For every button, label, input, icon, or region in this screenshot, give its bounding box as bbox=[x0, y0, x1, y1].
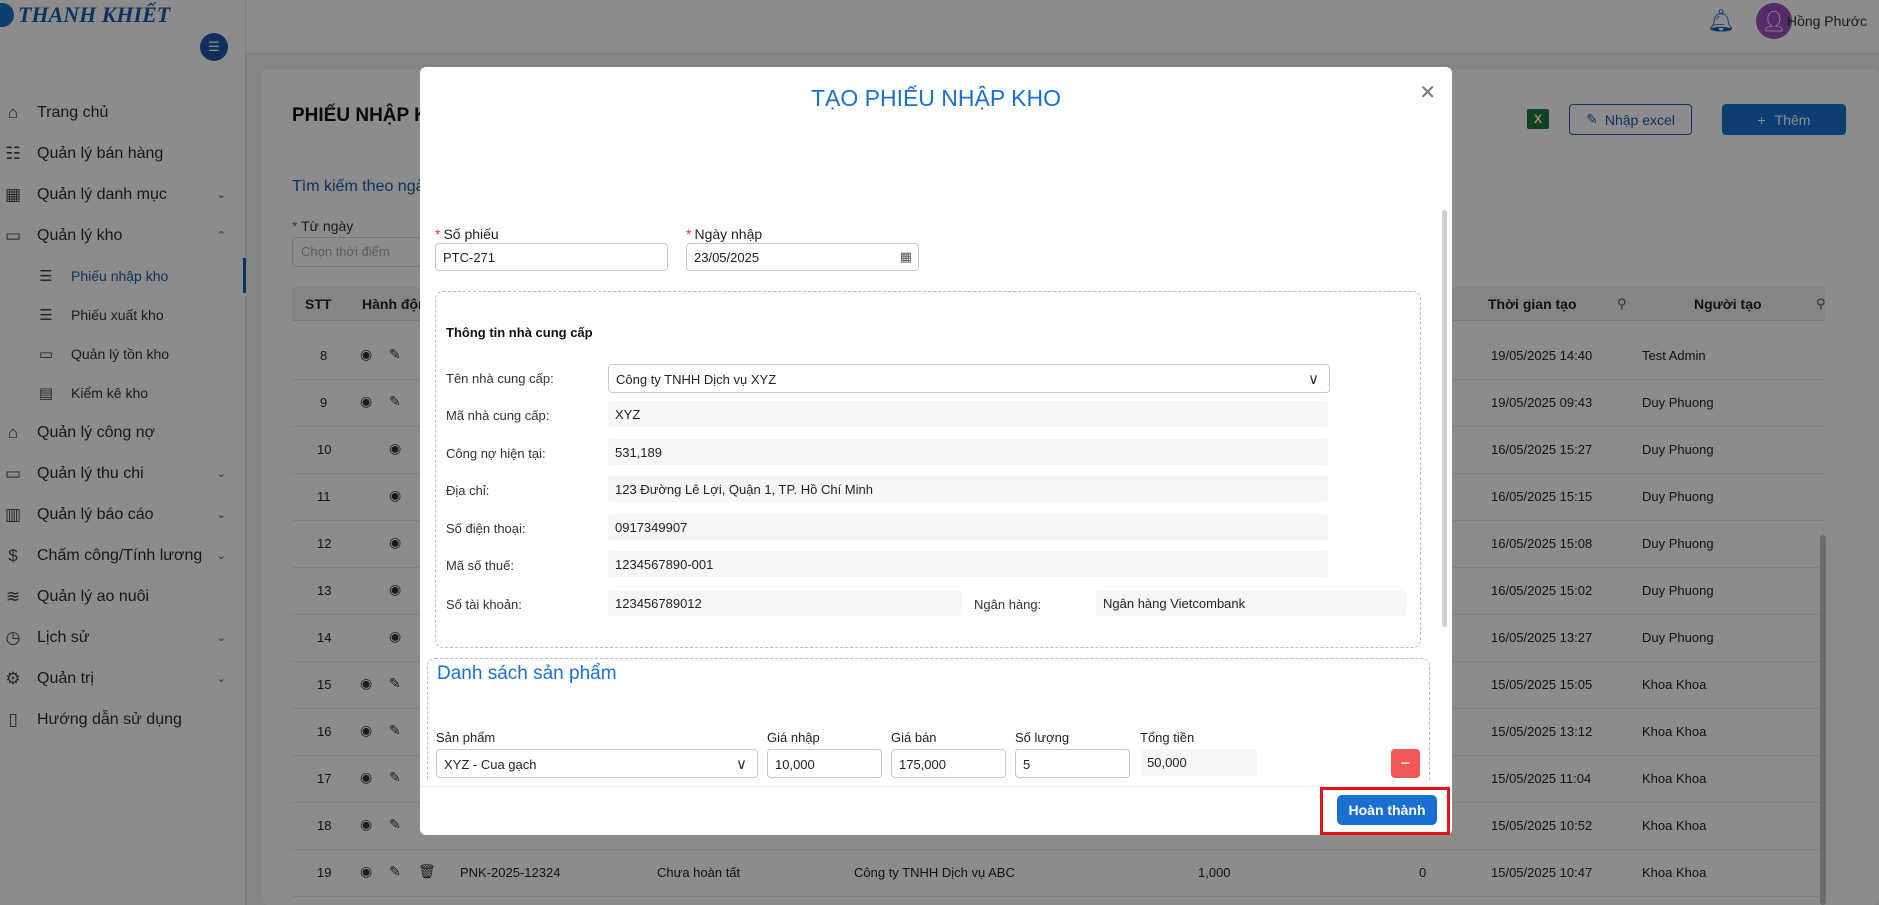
supplier-bank-value: Ngân hàng Vietcombank bbox=[1096, 590, 1406, 616]
supplier-name-label: Tên nhà cung cấp: bbox=[446, 371, 554, 386]
product-list-title: Danh sách sản phẩm bbox=[437, 663, 617, 684]
quantity-input[interactable]: 5 bbox=[1015, 749, 1130, 778]
sale-price-column-label: Giá bán bbox=[891, 730, 937, 745]
supplier-debt-value: 531,189 bbox=[608, 439, 1328, 465]
highlight-box bbox=[1320, 787, 1450, 835]
import-price-input[interactable]: 10,000 bbox=[767, 749, 882, 778]
calendar-icon[interactable]: ▦ bbox=[900, 249, 912, 265]
import-date-value: 23/05/2025 bbox=[694, 250, 760, 265]
supplier-account-value: 123456789012 bbox=[608, 590, 962, 616]
import-price-column-label: Giá nhập bbox=[767, 730, 820, 745]
supplier-tax-label: Mã số thuế: bbox=[446, 558, 514, 573]
product-select[interactable]: XYZ - Cua gạch ∨ bbox=[436, 749, 758, 778]
import-date-label: * Ngày nhập bbox=[686, 226, 763, 242]
close-icon[interactable]: ✕ bbox=[1419, 80, 1436, 105]
supplier-code-value: XYZ bbox=[608, 401, 1328, 427]
supplier-section-title: Thông tin nhà cung cấp bbox=[446, 325, 593, 340]
supplier-phone-label: Số điện thoại: bbox=[446, 521, 526, 536]
import-date-input[interactable]: 23/05/2025 ▦ bbox=[686, 243, 919, 271]
supplier-address-value: 123 Đường Lê Lợi, Quận 1, TP. Hồ Chí Min… bbox=[608, 476, 1328, 502]
create-receipt-modal: TẠO PHIẾU NHẬP KHO ✕ * Số phiếu PTC-271 *… bbox=[420, 67, 1452, 835]
supplier-select-value: Công ty TNHH Dịch vụ XYZ bbox=[616, 372, 777, 387]
chevron-down-icon: ∨ bbox=[736, 756, 747, 773]
quantity-column-label: Số lượng bbox=[1015, 730, 1070, 745]
receipt-no-input[interactable]: PTC-271 bbox=[435, 243, 668, 271]
supplier-address-label: Địa chỉ: bbox=[446, 483, 490, 498]
modal-title: TẠO PHIẾU NHẬP KHO bbox=[810, 85, 1062, 111]
supplier-select[interactable]: Công ty TNHH Dịch vụ XYZ ∨ bbox=[608, 364, 1330, 393]
modal-body: * Số phiếu PTC-271 * Ngày nhập 23/05/2025 … bbox=[420, 142, 1452, 780]
supplier-debt-label: Công nợ hiện tại: bbox=[446, 446, 546, 461]
modal-scrollbar[interactable] bbox=[1442, 210, 1447, 627]
total-value: 50,000 bbox=[1141, 749, 1257, 776]
total-column-label: Tổng tiền bbox=[1140, 730, 1195, 745]
modal-footer bbox=[420, 786, 1452, 835]
supplier-tax-value: 1234567890-001 bbox=[608, 551, 1328, 577]
product-column-label: Sản phẩm bbox=[436, 730, 496, 745]
import-date-label-text: Ngày nhập bbox=[694, 226, 763, 242]
supplier-bank-label: Ngân hàng: bbox=[974, 597, 1042, 612]
supplier-phone-value: 0917349907 bbox=[608, 514, 1328, 540]
product-select-value: XYZ - Cua gạch bbox=[444, 757, 537, 772]
supplier-code-label: Mã nhà cung cấp: bbox=[446, 408, 550, 423]
minus-icon: − bbox=[1400, 753, 1411, 773]
remove-product-button[interactable]: − bbox=[1391, 749, 1420, 778]
receipt-no-label: * Số phiếu bbox=[435, 226, 499, 242]
chevron-down-icon: ∨ bbox=[1308, 371, 1319, 388]
sale-price-input[interactable]: 175,000 bbox=[891, 749, 1006, 778]
receipt-no-label-text: Số phiếu bbox=[443, 226, 499, 242]
supplier-account-label: Số tài khoản: bbox=[446, 597, 522, 612]
